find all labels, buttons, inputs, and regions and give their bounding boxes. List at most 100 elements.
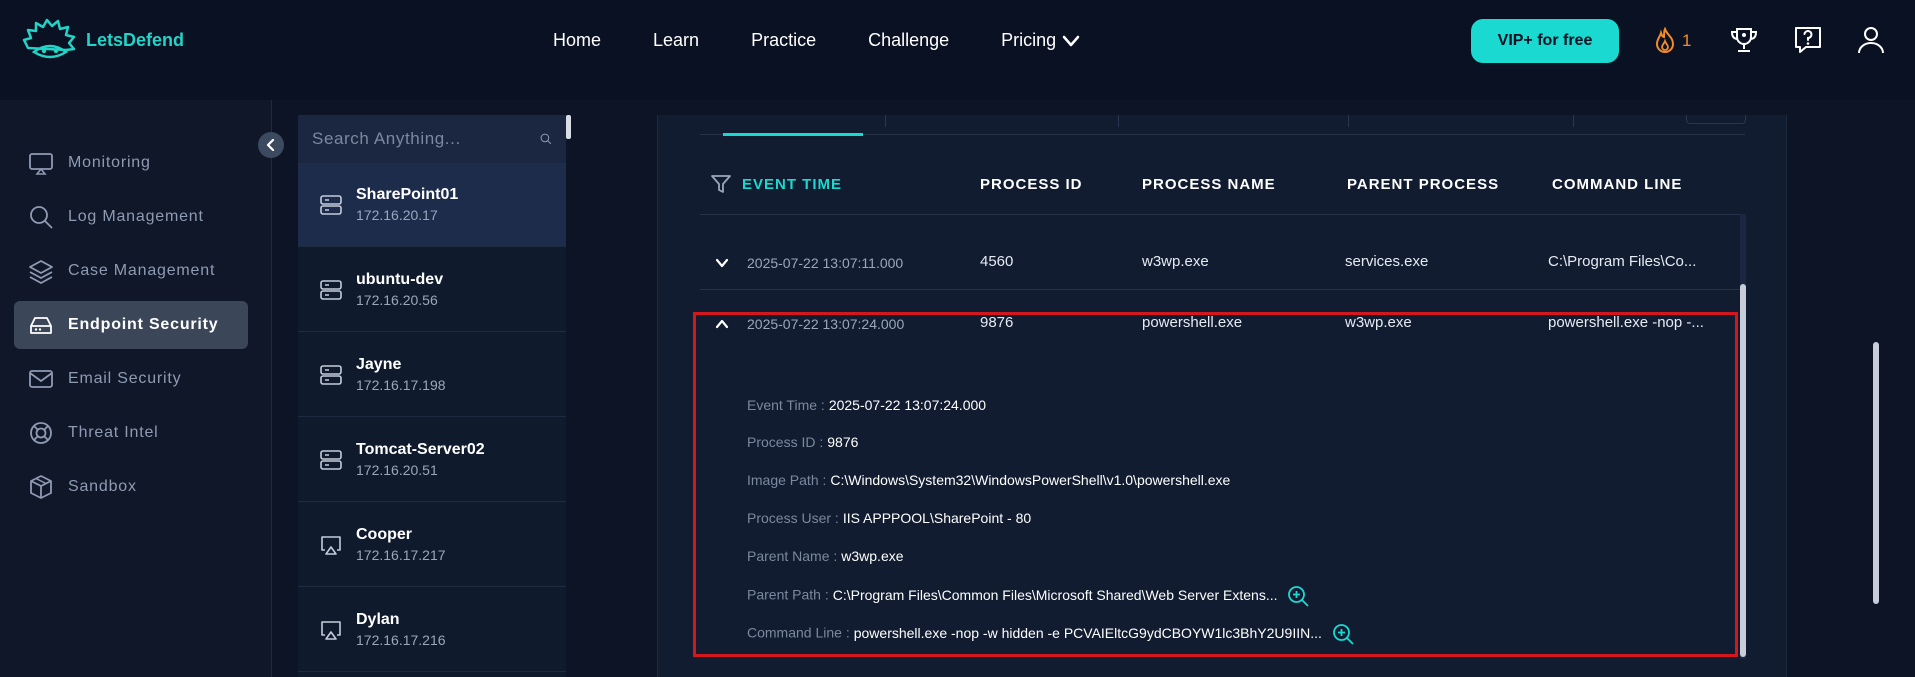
search-icon (30, 206, 53, 229)
host-item-sharepoint01[interactable]: SharePoint01 172.16.20.17 (298, 163, 566, 247)
tab-active-indicator (723, 133, 863, 136)
page-scrollbar[interactable] (1873, 342, 1879, 604)
host-name: Tomcat-Server02 (356, 441, 485, 458)
brand-logo[interactable]: LetsDefend (22, 18, 184, 62)
nav-learn[interactable]: Learn (653, 30, 699, 51)
cell-process-id: 9876 (980, 314, 1014, 331)
top-navbar: LetsDefend Home Learn Practice Challenge… (0, 0, 1915, 100)
sidebar-item-label: Sandbox (68, 478, 137, 495)
cell-process-name: w3wp.exe (1142, 253, 1209, 270)
lifebuoy-icon (30, 422, 52, 444)
sidebar-item-label: Case Management (68, 262, 216, 279)
trophy-icon[interactable] (1728, 24, 1760, 56)
host-item-ubuntu-dev[interactable]: ubuntu-dev 172.16.20.56 (298, 248, 566, 332)
detail-parent-path: Parent Path : C:\Program Files\Common Fil… (747, 585, 1310, 607)
sidebar-item-threat-intel[interactable]: Threat Intel (14, 409, 248, 457)
host-name: Dylan (356, 611, 400, 628)
cell-command-line: C:\Program Files\Co... (1548, 253, 1697, 270)
host-ip: 172.16.17.216 (356, 632, 446, 648)
server-icon (320, 364, 342, 385)
col-header-process-id[interactable]: PROCESS ID (980, 176, 1083, 193)
host-search-input[interactable] (312, 129, 522, 149)
host-item-dylan[interactable]: Dylan 172.16.17.216 (298, 588, 566, 672)
detail-image-path: Image Path : C:\Windows\System32\WindowsP… (747, 472, 1230, 488)
host-name: ubuntu-dev (356, 271, 444, 288)
airplay-icon (321, 535, 341, 555)
host-item-cooper[interactable]: Cooper 172.16.17.217 (298, 503, 566, 587)
server-icon (320, 279, 342, 300)
detail-key: Parent Name : (747, 548, 838, 564)
table-row[interactable]: 2025-07-22 13:07:11.000 4560 w3wp.exe se… (700, 228, 1745, 290)
sidebar-item-monitoring[interactable]: Monitoring (14, 139, 248, 187)
col-header-command-line[interactable]: COMMAND LINE (1552, 176, 1682, 193)
hedgehog-logo-icon (22, 18, 76, 59)
sidebar-item-endpoint-security[interactable]: Endpoint Security (14, 301, 248, 349)
detail-value: 9876 (827, 434, 859, 450)
sidebar-item-case-management[interactable]: Case Management (14, 247, 248, 295)
detail-key: Process ID : (747, 434, 824, 450)
detail-key: Parent Path : (747, 586, 829, 603)
sidebar-item-label: Endpoint Security (68, 316, 219, 333)
tab-divider (1118, 115, 1119, 127)
col-header-parent-process[interactable]: PARENT PROCESS (1347, 176, 1499, 193)
detail-value: IIS APPPOOL\SharePoint - 80 (842, 510, 1032, 526)
host-list-panel: SharePoint01 172.16.20.17 ubuntu-dev 172.1… (298, 115, 566, 677)
sidebar-collapse-button[interactable] (258, 132, 284, 158)
host-search-bar (298, 115, 566, 163)
vip-button[interactable]: VIP+ for free (1471, 19, 1619, 63)
detail-process-user: Process User : IIS APPPOOL\SharePoint - 8… (747, 510, 1031, 526)
host-item-tomcat-server02[interactable]: Tomcat-Server02 172.16.20.51 (298, 418, 566, 502)
layers-icon (29, 260, 53, 284)
col-header-event-time[interactable]: EVENT TIME (742, 176, 842, 193)
nav-pricing-label: Pricing (1001, 30, 1057, 50)
mail-icon (29, 370, 53, 388)
detail-event-time: Event Time :2025-07-22 13:07:24.000 (747, 397, 986, 413)
sidebar-item-label: Monitoring (68, 154, 151, 171)
brand-name: LetsDefend (86, 29, 185, 50)
detail-key: Event Time : (747, 397, 825, 413)
user-profile-icon[interactable] (1855, 24, 1887, 56)
chevron-down-icon (1062, 35, 1080, 46)
sidebar-item-sandbox[interactable]: Sandbox (14, 463, 248, 511)
zoom-in-icon[interactable] (1332, 623, 1354, 645)
detail-value: 2025-07-22 13:07:24.000 (828, 397, 987, 413)
nav-challenge[interactable]: Challenge (868, 30, 949, 51)
nav-pricing[interactable]: Pricing (1001, 30, 1080, 51)
sidebar-item-log-management[interactable]: Log Management (14, 193, 248, 241)
host-list-scrollbar[interactable] (566, 115, 571, 139)
host-item-jayne[interactable]: Jayne 172.16.17.198 (298, 333, 566, 417)
tab-divider (1573, 115, 1574, 127)
col-header-process-name[interactable]: PROCESS NAME (1142, 176, 1276, 193)
sidebar-item-label: Email Security (68, 370, 182, 387)
detail-value: w3wp.exe (841, 548, 904, 564)
host-ip: 172.16.20.56 (356, 292, 438, 308)
search-icon[interactable] (540, 128, 552, 150)
host-ip: 172.16.20.51 (356, 462, 438, 478)
cell-process-id: 4560 (980, 253, 1014, 270)
nav-practice[interactable]: Practice (751, 30, 816, 51)
server-icon (320, 194, 342, 215)
tab-action-button[interactable] (1686, 115, 1746, 124)
streak-counter[interactable]: 1 (1652, 27, 1691, 55)
sidebar-item-label: Log Management (68, 208, 204, 225)
chevron-down-icon[interactable] (714, 255, 730, 271)
filter-icon[interactable] (710, 173, 732, 195)
host-ip: 172.16.17.198 (356, 377, 446, 393)
detail-value: C:\Program Files\Common Files\Microsoft … (832, 586, 1278, 603)
table-scrollbar-thumb[interactable] (1740, 284, 1746, 657)
detail-value: powershell.exe -nop -w hidden -e PCVAIEl… (853, 624, 1322, 641)
monitor-icon (29, 153, 53, 175)
host-ip: 172.16.20.17 (356, 207, 438, 223)
sidebar-item-email-security[interactable]: Email Security (14, 355, 248, 403)
chevron-up-icon[interactable] (714, 316, 730, 332)
detail-value: C:\Windows\System32\WindowsPowerShell\v1… (830, 472, 1231, 488)
detail-command-line: Command Line : powershell.exe -nop -w hid… (747, 623, 1354, 645)
tab-divider (1348, 115, 1349, 127)
nav-home[interactable]: Home (553, 30, 601, 51)
cell-event-time: 2025-07-22 13:07:11.000 (747, 255, 904, 271)
zoom-in-icon[interactable] (1287, 585, 1310, 607)
cell-event-time: 2025-07-22 13:07:24.000 (747, 316, 905, 332)
help-icon[interactable] (1792, 24, 1824, 56)
cell-parent-process: services.exe (1345, 253, 1429, 270)
cell-parent-process: w3wp.exe (1345, 314, 1412, 331)
